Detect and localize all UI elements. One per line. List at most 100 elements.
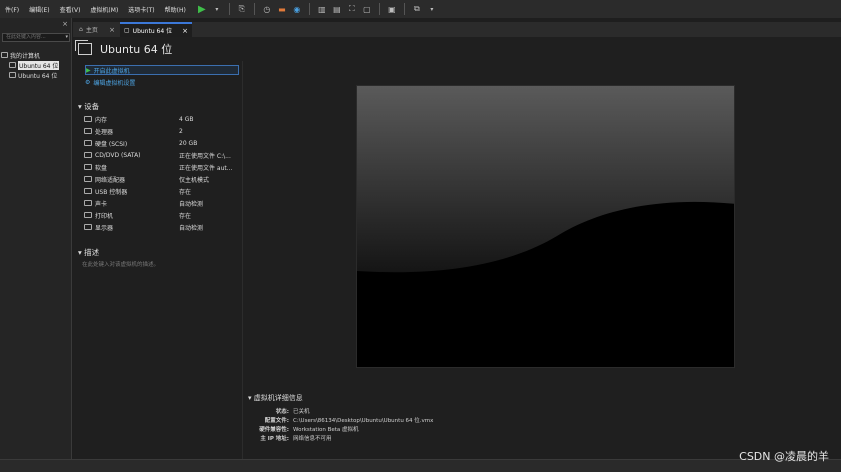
processor-icon — [84, 128, 92, 134]
toolbar-separator — [403, 3, 405, 15]
tree-item-label: Ubuntu 64 位 — [18, 72, 58, 80]
hard-disk-icon — [84, 140, 92, 146]
vm-icon — [75, 40, 92, 55]
device-value: 仅主机模式 — [179, 176, 210, 184]
vm-icon — [9, 72, 16, 78]
toolbar-separator — [378, 3, 380, 15]
computer-icon — [1, 52, 8, 58]
description-section-header[interactable]: ▾ 描述 — [78, 247, 99, 258]
device-name: 软盘 — [95, 164, 108, 172]
details-row: 主 IP 地址: 网络信息不可用 — [245, 433, 433, 442]
menu-bar: 件(F) 编辑(E) 查看(V) 虚拟机(M) 选项卡(T) 帮助(H) ▶ ▾… — [0, 0, 841, 18]
floppy-icon — [84, 164, 92, 170]
vm-header: Ubuntu 64 位 — [73, 37, 841, 61]
device-name: 网络适配器 — [95, 176, 126, 184]
device-row[interactable]: 硬盘 (SCSI) 20 GB — [84, 137, 244, 149]
vm-screen-preview[interactable] — [356, 85, 735, 368]
device-value: 正在使用文件 aut... — [179, 164, 233, 172]
sound-card-icon — [84, 200, 92, 206]
tab-bar: ⌂ 主页 × ▢ Ubuntu 64 位 × — [73, 22, 841, 37]
tree-item-ubuntu[interactable]: Ubuntu 64 位 — [1, 70, 59, 80]
vm-info-panel: ▶ 开启此虚拟机 ⚙ 编辑虚拟机设置 ▾ 设备 内存 4 GB 处理器 2 硬盘 (… — [73, 61, 243, 459]
close-icon[interactable]: × — [62, 20, 68, 28]
device-row[interactable]: 打印机 存在 — [84, 209, 244, 221]
device-value: 2 — [179, 127, 183, 135]
details-row: 状态: 已关机 — [245, 406, 433, 415]
menu-vm[interactable]: 虚拟机(M) — [85, 5, 123, 14]
tab-label: 主页 — [85, 27, 98, 34]
details-key: 状态: — [275, 408, 289, 415]
menu-edit[interactable]: 编辑(E) — [24, 5, 54, 14]
unity-icon[interactable]: ▢ — [362, 4, 372, 14]
device-name: 显示器 — [95, 224, 114, 232]
tab-ubuntu[interactable]: ▢ Ubuntu 64 位 × — [120, 22, 192, 37]
send-keys-icon[interactable]: ⎘ — [237, 4, 247, 14]
dropdown-icon[interactable]: ▾ — [212, 4, 222, 14]
library-sidebar: × 在此处键入内容... ▾ 我的计算机 Ubuntu 64 位 Ubuntu … — [0, 18, 72, 459]
vm-title: Ubuntu 64 位 — [100, 43, 173, 56]
details-row: 硬件兼容性: Workstation Beta 虚拟机 — [245, 424, 433, 433]
chevron-down-icon: ▾ — [78, 102, 82, 111]
fullscreen-icon[interactable]: ⛶ — [347, 4, 357, 14]
display-icon — [84, 224, 92, 230]
device-row[interactable]: 网络适配器 仅主机模式 — [84, 173, 244, 185]
home-icon: ⌂ — [79, 26, 83, 33]
chevron-down-icon[interactable]: ▾ — [65, 34, 68, 41]
close-icon[interactable]: × — [109, 26, 115, 34]
device-row[interactable]: 显示器 自动检测 — [84, 221, 244, 233]
console-icon[interactable]: ▣ — [387, 4, 397, 14]
snapshot-manager-icon[interactable]: ◉ — [292, 4, 302, 14]
details-section-header[interactable]: ▾ 虚拟机详细信息 — [248, 393, 433, 403]
toolbar-separator — [308, 3, 310, 15]
details-value: Workstation Beta 虚拟机 — [293, 426, 359, 433]
status-bar — [0, 459, 841, 472]
tree-item-ubuntu[interactable]: Ubuntu 64 位 — [1, 60, 60, 70]
search-placeholder: 在此处键入内容... — [6, 34, 46, 40]
revert-icon[interactable]: ▬ — [277, 4, 287, 14]
view-thumbnail-icon[interactable]: ▤ — [332, 4, 342, 14]
details-key: 主 IP 地址: — [260, 435, 289, 442]
device-row[interactable]: 声卡 自动检测 — [84, 197, 244, 209]
menu-tabs[interactable]: 选项卡(T) — [123, 5, 159, 14]
power-on-label: 开启此虚拟机 — [93, 67, 130, 75]
device-name: 处理器 — [95, 128, 114, 136]
details-key: 硬件兼容性: — [259, 426, 289, 433]
device-value: 存在 — [179, 188, 192, 196]
power-on-button[interactable]: ▶ 开启此虚拟机 — [85, 65, 239, 75]
details-value: 网络信息不可用 — [293, 435, 332, 442]
settings-icon: ⚙ — [85, 78, 91, 86]
description-input[interactable]: 在此处键入对该虚拟机的描述。 — [82, 260, 159, 268]
edit-settings-button[interactable]: ⚙ 编辑虚拟机设置 — [85, 77, 239, 87]
tab-home[interactable]: ⌂ 主页 × — [75, 22, 119, 37]
device-row[interactable]: CD/DVD (SATA) 正在使用文件 C:\... — [84, 149, 244, 161]
device-row[interactable]: 内存 4 GB — [84, 113, 244, 125]
details-header: 虚拟机详细信息 — [253, 394, 303, 402]
description-header: 描述 — [84, 248, 100, 257]
menu-file[interactable]: 件(F) — [0, 5, 24, 14]
devices-section-header[interactable]: ▾ 设备 — [78, 101, 99, 112]
device-value: 存在 — [179, 212, 192, 220]
memory-icon — [84, 116, 92, 122]
tree-root-label: 我的计算机 — [10, 52, 41, 60]
watermark: CSDN @凌晨的羊 — [739, 450, 829, 463]
snapshot-icon[interactable]: ◷ — [262, 4, 272, 14]
stretch-icon[interactable]: ⧉ — [412, 4, 422, 14]
library-search-input[interactable]: 在此处键入内容... ▾ — [2, 33, 70, 42]
device-row[interactable]: 处理器 2 — [84, 125, 244, 137]
device-row[interactable]: USB 控制器 存在 — [84, 185, 244, 197]
toolbar-separator — [253, 3, 255, 15]
devices-header: 设备 — [84, 102, 100, 111]
close-icon[interactable]: × — [182, 27, 188, 35]
view-dropdown-icon[interactable]: ▾ — [427, 4, 437, 14]
device-value: 20 GB — [179, 139, 198, 147]
tree-root[interactable]: 我的计算机 — [1, 50, 59, 60]
view-library-icon[interactable]: ▥ — [317, 4, 327, 14]
tree-item-label: Ubuntu 64 位 — [18, 60, 60, 70]
details-row: 配置文件: C:\Users\86134\Desktop\Ubuntu\Ubunt… — [245, 415, 434, 424]
play-icon[interactable]: ▶ — [197, 4, 207, 15]
menu-view[interactable]: 查看(V) — [55, 5, 86, 14]
menu-help[interactable]: 帮助(H) — [160, 5, 191, 14]
device-row[interactable]: 软盘 正在使用文件 aut... — [84, 161, 244, 173]
preview-graphic — [357, 86, 734, 367]
network-adapter-icon — [84, 176, 92, 182]
